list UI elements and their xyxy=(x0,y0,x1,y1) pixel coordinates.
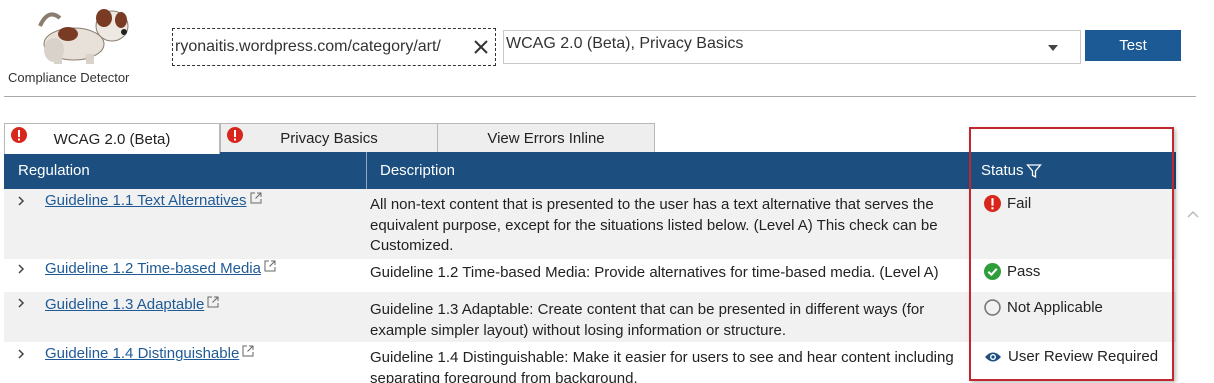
external-link-icon xyxy=(242,345,254,357)
chevron-right-icon[interactable] xyxy=(16,349,26,359)
column-header-status[interactable]: Status xyxy=(981,152,1042,189)
status-label: Pass xyxy=(1007,263,1041,280)
status-badge: User Review Required xyxy=(984,348,1158,365)
row-description: Guideline 1.2 Time-based Media: Provide … xyxy=(370,264,939,281)
external-link-icon xyxy=(207,296,219,308)
ruleset-select-value: WCAG 2.0 (Beta), Privacy Basics xyxy=(506,35,744,52)
clear-icon[interactable] xyxy=(467,33,495,61)
chevron-down-icon[interactable] xyxy=(1048,45,1058,51)
divider xyxy=(4,96,1196,97)
external-link-icon xyxy=(264,260,276,272)
check-icon xyxy=(984,263,1001,280)
error-icon xyxy=(984,195,1001,212)
regulation-link-label[interactable]: Guideline 1.2 Time-based Media xyxy=(45,260,261,277)
regulation-link[interactable]: Guideline 1.4 Distinguishable xyxy=(45,345,254,362)
app-logo: Compliance Detector xyxy=(4,4,154,86)
url-input[interactable]: ryonaitis.wordpress.com/category/art/ xyxy=(172,28,496,66)
column-header-description[interactable]: Description xyxy=(380,152,455,189)
table-row[interactable]: Guideline 1.4 Distinguishable Guideline … xyxy=(4,342,1176,383)
regulation-link-label[interactable]: Guideline 1.4 Distinguishable xyxy=(45,345,239,362)
tab-label: View Errors Inline xyxy=(487,129,605,147)
regulation-link[interactable]: Guideline 1.2 Time-based Media xyxy=(45,260,276,277)
empty-circle-icon xyxy=(984,299,1001,316)
row-description: Guideline 1.3 Adaptable: Create content … xyxy=(370,301,925,339)
filter-icon[interactable] xyxy=(1025,163,1042,179)
tab-wcag[interactable]: WCAG 2.0 (Beta) xyxy=(4,123,220,154)
status-badge: Pass xyxy=(984,263,1040,280)
table-row[interactable]: Guideline 1.1 Text Alternatives All non-… xyxy=(4,189,1176,259)
status-label: User Review Required xyxy=(1008,348,1159,365)
row-description: Guideline 1.4 Distinguishable: Make it e… xyxy=(370,349,954,383)
regulation-link[interactable]: Guideline 1.3 Adaptable xyxy=(45,296,219,313)
tab-view-errors-inline[interactable]: View Errors Inline xyxy=(437,123,655,153)
eye-icon xyxy=(984,350,1002,364)
status-label: Fail xyxy=(1007,195,1032,212)
tab-label: WCAG 2.0 (Beta) xyxy=(53,130,171,148)
status-label: Not Applicable xyxy=(1007,299,1103,316)
external-link-icon xyxy=(250,192,262,204)
tab-privacy[interactable]: Privacy Basics xyxy=(220,123,438,153)
error-icon xyxy=(11,127,27,147)
url-input-value[interactable]: ryonaitis.wordpress.com/category/art/ xyxy=(175,38,467,56)
regulation-link-label[interactable]: Guideline 1.3 Adaptable xyxy=(45,296,204,313)
app-name: Compliance Detector xyxy=(8,70,130,85)
status-badge: Not Applicable xyxy=(984,299,1103,316)
column-header-regulation[interactable]: Regulation xyxy=(18,152,90,189)
regulation-link-label[interactable]: Guideline 1.1 Text Alternatives xyxy=(45,192,247,209)
chevron-right-icon[interactable] xyxy=(16,264,26,274)
dog-mascot-icon xyxy=(38,9,129,64)
chevron-right-icon[interactable] xyxy=(16,298,26,308)
table-row[interactable]: Guideline 1.3 Adaptable Guideline 1.3 Ad… xyxy=(4,292,1176,342)
table-row[interactable]: Guideline 1.2 Time-based Media Guideline… xyxy=(4,259,1176,292)
regulation-link[interactable]: Guideline 1.1 Text Alternatives xyxy=(45,192,262,209)
error-icon xyxy=(227,127,243,147)
status-header-label: Status xyxy=(981,162,1024,179)
chevron-right-icon[interactable] xyxy=(16,196,26,206)
ruleset-select[interactable]: WCAG 2.0 (Beta), Privacy Basics xyxy=(503,30,1081,64)
column-separator xyxy=(970,152,971,189)
scroll-up-icon[interactable] xyxy=(1186,208,1200,220)
status-badge: Fail xyxy=(984,195,1031,212)
test-button[interactable]: Test xyxy=(1085,30,1181,61)
table-header: Regulation Description Status xyxy=(4,152,1176,189)
row-description: All non-text content that is presented t… xyxy=(370,196,938,254)
column-separator xyxy=(366,152,367,189)
tab-label: Privacy Basics xyxy=(280,129,378,147)
